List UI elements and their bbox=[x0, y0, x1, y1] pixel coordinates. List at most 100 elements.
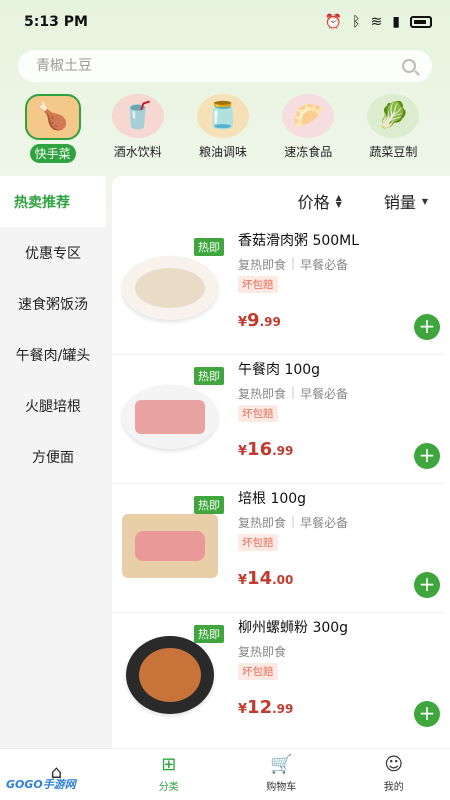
battery-icon bbox=[410, 16, 432, 28]
product-tag: 早餐必备 bbox=[300, 258, 349, 272]
sidebar-item-noodles[interactable]: 方便面 bbox=[0, 431, 106, 482]
product-tags: 复热即食 bbox=[238, 643, 286, 660]
product-name: 培根 100g bbox=[238, 491, 307, 507]
product-name: 午餐肉 100g bbox=[238, 362, 321, 378]
sidebar-item-ham-bacon[interactable]: 火腿培根 bbox=[0, 380, 106, 431]
sort-sales[interactable]: 销量 ▼ bbox=[384, 189, 428, 213]
product-tag: 早餐必备 bbox=[300, 516, 349, 530]
guarantee-badge: 坏包赔 bbox=[238, 276, 278, 293]
category-drinks[interactable]: 🥤 酒水饮料 bbox=[95, 94, 180, 163]
oil-bottle-icon: 🫙 bbox=[197, 94, 249, 138]
sidebar: 热卖推荐 优惠专区 速食粥饭汤 午餐肉/罐头 火腿培根 方便面 bbox=[0, 176, 106, 748]
grid-icon: ⊞ bbox=[161, 754, 177, 775]
product-name: 香菇滑肉粥 500ML bbox=[238, 233, 360, 249]
product-card[interactable]: 热即 午餐肉 100g 复热即食 | 早餐必备 坏包赔 ¥16.99 + bbox=[112, 355, 444, 484]
sort-arrows-icon: ▲ ▼ bbox=[335, 193, 342, 209]
hot-tag: 热即 bbox=[194, 625, 224, 643]
product-tag: 复热即食 bbox=[238, 645, 287, 659]
product-price: ¥14.00 bbox=[238, 568, 293, 589]
cart-icon: 🛒 bbox=[270, 754, 293, 775]
price-integer: 16 bbox=[247, 439, 273, 460]
product-list: 价格 ▲ ▼ 销量 ▼ 热即 香菇滑肉粥 500ML 复热即食 | 早餐必备 坏包赔… bbox=[112, 176, 450, 748]
product-price: ¥12.99 bbox=[238, 697, 293, 718]
add-to-cart-button[interactable]: + bbox=[414, 701, 440, 727]
currency-symbol: ¥ bbox=[238, 573, 248, 588]
add-to-cart-button[interactable]: + bbox=[414, 443, 440, 469]
product-tag: 复热即食 bbox=[238, 258, 287, 272]
hot-tag: 热即 bbox=[194, 496, 224, 514]
watermark-logo: GOGO手游网 bbox=[6, 778, 76, 791]
product-card[interactable]: 热即 柳州螺蛳粉 300g 复热即食 坏包赔 ¥12.99 + bbox=[112, 613, 444, 742]
category-vegetables[interactable]: 🥬 蔬菜豆制 bbox=[351, 94, 436, 163]
tab-category[interactable]: ⊞ 分类 bbox=[113, 749, 226, 800]
fried-food-icon: 🍗 bbox=[24, 94, 81, 140]
product-tags: 复热即食 | 早餐必备 bbox=[238, 385, 349, 401]
price-decimal: .99 bbox=[272, 444, 294, 458]
price-integer: 12 bbox=[247, 697, 273, 718]
cola-icon: 🥤 bbox=[111, 94, 164, 138]
sidebar-item-canned[interactable]: 午餐肉/罐头 bbox=[0, 329, 106, 380]
dumpling-icon: 🥟 bbox=[282, 94, 335, 138]
product-tag: 复热即食 bbox=[238, 387, 287, 401]
guarantee-badge: 坏包赔 bbox=[238, 663, 278, 680]
sidebar-item-instant-meals[interactable]: 速食粥饭汤 bbox=[0, 278, 106, 329]
product-image: 热即 bbox=[120, 238, 224, 334]
currency-symbol: ¥ bbox=[238, 315, 248, 330]
wifi-icon: ≋ bbox=[370, 14, 383, 30]
alarm-icon: ⏰ bbox=[324, 14, 343, 30]
product-tags: 复热即食 | 早餐必备 bbox=[238, 514, 349, 530]
price-decimal: .00 bbox=[272, 573, 294, 587]
sort-bar: 价格 ▲ ▼ 销量 ▼ bbox=[112, 176, 450, 226]
category-label: 快手菜 bbox=[29, 144, 76, 163]
currency-symbol: ¥ bbox=[238, 702, 248, 717]
sort-price[interactable]: 价格 ▲ ▼ bbox=[298, 189, 342, 213]
status-icons: ⏰ ᛒ ≋ ▮ bbox=[325, 14, 432, 30]
bottom-tab-bar: ⌂ ⊞ 分类 🛒 购物车 ☺ 我的 GOGO手游网 bbox=[0, 748, 450, 800]
product-name: 柳州螺蛳粉 300g bbox=[238, 620, 349, 636]
tab-cart[interactable]: 🛒 购物车 bbox=[225, 749, 338, 800]
search-input[interactable] bbox=[36, 58, 336, 74]
category-label: 粮油调味 bbox=[199, 145, 248, 159]
category-frozen[interactable]: 🥟 速冻食品 bbox=[266, 94, 351, 163]
product-card[interactable]: 热即 培根 100g 复热即食 | 早餐必备 坏包赔 ¥14.00 + bbox=[112, 484, 444, 613]
status-bar: 5:13 PM ⏰ ᛒ ≋ ▮ bbox=[0, 0, 450, 44]
product-price: ¥9.99 bbox=[238, 310, 281, 331]
vegetable-icon: 🥬 bbox=[367, 94, 420, 138]
profile-icon: ☺ bbox=[384, 754, 404, 775]
status-time: 5:13 PM bbox=[24, 14, 88, 30]
sort-down-icon: ▼ bbox=[421, 196, 428, 206]
tab-mine[interactable]: ☺ 我的 bbox=[338, 749, 450, 800]
category-quick-dishes[interactable]: 🍗 快手菜 bbox=[10, 94, 95, 163]
product-tag: 复热即食 bbox=[238, 516, 287, 530]
product-card[interactable]: 热即 香菇滑肉粥 500ML 复热即食 | 早餐必备 坏包赔 ¥9.99 + bbox=[112, 226, 444, 355]
currency-symbol: ¥ bbox=[238, 444, 248, 459]
sidebar-item-discount[interactable]: 优惠专区 bbox=[0, 227, 106, 278]
tab-category-label: 分类 bbox=[158, 782, 179, 793]
tab-home[interactable]: ⌂ bbox=[0, 749, 113, 800]
price-decimal: .99 bbox=[259, 315, 281, 329]
category-label: 蔬菜豆制 bbox=[369, 145, 418, 159]
price-integer: 14 bbox=[247, 568, 273, 589]
bluetooth-icon: ᛒ bbox=[352, 14, 361, 30]
content-area: 热卖推荐 优惠专区 速食粥饭汤 午餐肉/罐头 火腿培根 方便面 价格 ▲ ▼ 销量… bbox=[0, 176, 450, 748]
add-to-cart-button[interactable]: + bbox=[414, 572, 440, 598]
price-integer: 9 bbox=[247, 310, 260, 331]
category-label: 速冻食品 bbox=[284, 145, 333, 159]
category-row: 🍗 快手菜 🥤 酒水饮料 🫙 粮油调味 🥟 速冻食品 🥬 蔬菜豆制 bbox=[0, 82, 450, 163]
guarantee-badge: 坏包赔 bbox=[238, 534, 278, 551]
product-image: 热即 bbox=[120, 625, 224, 721]
product-tag: 早餐必备 bbox=[300, 387, 349, 401]
search-bar[interactable] bbox=[18, 50, 432, 82]
sort-sales-label: 销量 bbox=[383, 193, 416, 212]
guarantee-badge: 坏包赔 bbox=[238, 405, 278, 422]
sidebar-item-hot[interactable]: 热卖推荐 bbox=[0, 176, 106, 227]
sort-price-label: 价格 bbox=[297, 193, 330, 212]
add-to-cart-button[interactable]: + bbox=[414, 314, 440, 340]
price-decimal: .99 bbox=[272, 702, 294, 716]
hot-tag: 热即 bbox=[194, 367, 224, 385]
product-price: ¥16.99 bbox=[238, 439, 293, 460]
tab-cart-label: 购物车 bbox=[266, 782, 297, 793]
search-icon[interactable] bbox=[402, 59, 416, 73]
category-grain-oil[interactable]: 🫙 粮油调味 bbox=[180, 94, 265, 163]
product-image: 热即 bbox=[120, 367, 224, 463]
